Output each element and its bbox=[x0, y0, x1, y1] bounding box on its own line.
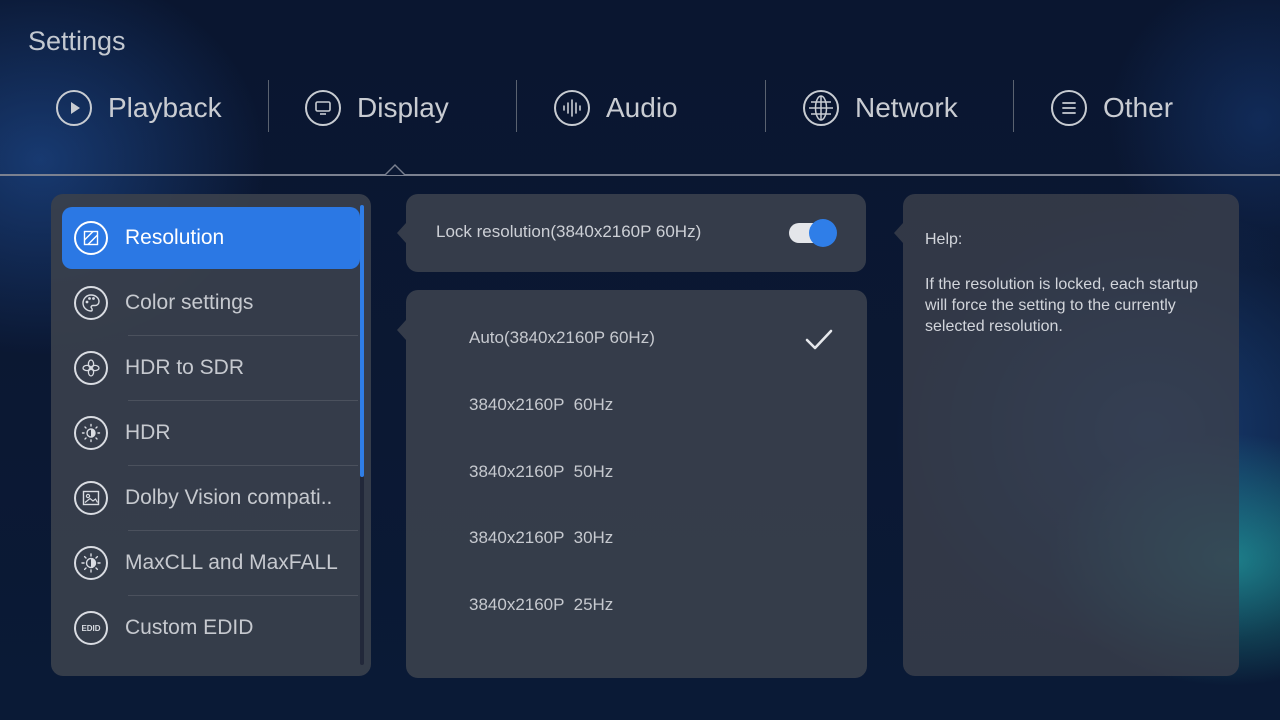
sidebar-scrollbar-thumb[interactable] bbox=[360, 205, 364, 477]
resolution-option[interactable]: 3840x2160P 25Hz bbox=[440, 581, 850, 633]
sidebar-divider bbox=[128, 400, 358, 401]
sidebar-item-label: HDR bbox=[125, 421, 171, 444]
tab-divider bbox=[765, 80, 766, 132]
resolution-option-label: 3840x2160P 25Hz bbox=[469, 595, 614, 614]
tab-label: Playback bbox=[108, 92, 222, 123]
help-title: Help: bbox=[925, 231, 963, 248]
audio-wave-icon bbox=[554, 90, 590, 126]
tab-divider bbox=[1013, 80, 1014, 132]
sidebar-item-hdr-to-sdr[interactable]: HDR to SDR bbox=[62, 337, 360, 399]
lock-resolution-label: Lock resolution(3840x2160P 60Hz) bbox=[436, 222, 702, 241]
sidebar-divider bbox=[128, 530, 358, 531]
checkmark-icon bbox=[804, 326, 834, 357]
tab-network[interactable]: Network bbox=[803, 80, 958, 136]
sidebar-item-maxcll[interactable]: MaxCLL and MaxFALL bbox=[62, 532, 360, 594]
sidebar-item-label: Resolution bbox=[125, 226, 225, 249]
palette-icon bbox=[74, 286, 108, 320]
help-text: If the resolution is locked, each startu… bbox=[925, 276, 1199, 335]
edid-icon: EDID bbox=[74, 611, 108, 645]
panel-notch bbox=[894, 223, 903, 243]
resolution-option-label: 3840x2160P 30Hz bbox=[469, 528, 614, 547]
sidebar-item-custom-edid[interactable]: EDID Custom EDID bbox=[62, 597, 360, 659]
tab-label: Network bbox=[855, 92, 958, 123]
lock-resolution-toggle[interactable] bbox=[789, 219, 837, 247]
tab-underline bbox=[0, 174, 1280, 176]
sidebar-divider bbox=[128, 595, 358, 596]
tab-label: Other bbox=[1103, 92, 1174, 123]
resolution-option-label: Auto(3840x2160P 60Hz) bbox=[469, 328, 655, 347]
monitor-icon bbox=[305, 90, 341, 126]
resolution-option-label: 3840x2160P 60Hz bbox=[469, 395, 614, 414]
brightness-icon bbox=[74, 546, 108, 580]
sidebar-item-label: Color settings bbox=[125, 291, 254, 314]
toggle-knob bbox=[809, 219, 837, 247]
sidebar-item-label: HDR to SDR bbox=[125, 356, 245, 379]
resolution-option-label: 3840x2160P 50Hz bbox=[469, 462, 614, 481]
tab-audio[interactable]: Audio bbox=[554, 80, 678, 136]
sidebar-item-resolution[interactable]: Resolution bbox=[62, 207, 360, 269]
menu-lines-icon bbox=[1051, 90, 1087, 126]
play-icon bbox=[56, 90, 92, 126]
active-tab-indicator bbox=[384, 164, 406, 175]
resolution-option[interactable]: Auto(3840x2160P 60Hz) bbox=[440, 314, 850, 366]
top-tab-bar: Playback Display Audio Network Other bbox=[0, 72, 1280, 142]
tab-display[interactable]: Display bbox=[305, 80, 449, 136]
sidebar-item-label: Custom EDID bbox=[125, 616, 254, 639]
page-title: Settings bbox=[28, 26, 126, 56]
panel-notch bbox=[397, 320, 406, 340]
sidebar-item-label: Dolby Vision compati.. bbox=[125, 486, 333, 509]
tab-other[interactable]: Other bbox=[1051, 80, 1173, 136]
sidebar-item-color-settings[interactable]: Color settings bbox=[62, 272, 360, 334]
tab-playback[interactable]: Playback bbox=[56, 80, 222, 136]
sidebar-item-dolby-vision[interactable]: Dolby Vision compati.. bbox=[62, 467, 360, 529]
panel-notch bbox=[397, 223, 406, 243]
sidebar-item-hdr[interactable]: HDR bbox=[62, 402, 360, 464]
help-panel bbox=[903, 194, 1239, 676]
aperture-icon bbox=[74, 351, 108, 385]
resolution-icon bbox=[74, 221, 108, 255]
tab-divider bbox=[516, 80, 517, 132]
hdr-sun-icon bbox=[74, 416, 108, 450]
edid-badge-text: EDID bbox=[81, 623, 101, 633]
sidebar-divider bbox=[128, 465, 358, 466]
resolution-option[interactable]: 3840x2160P 60Hz bbox=[440, 381, 850, 433]
resolution-option[interactable]: 3840x2160P 50Hz bbox=[440, 448, 850, 500]
resolution-option[interactable]: 3840x2160P 30Hz bbox=[440, 514, 850, 566]
sidebar-item-label: MaxCLL and MaxFALL bbox=[125, 551, 338, 574]
tab-divider bbox=[268, 80, 269, 132]
sidebar-divider bbox=[128, 335, 358, 336]
image-icon bbox=[74, 481, 108, 515]
globe-icon bbox=[803, 90, 839, 126]
tab-label: Audio bbox=[606, 92, 678, 123]
tab-label: Display bbox=[357, 92, 449, 123]
